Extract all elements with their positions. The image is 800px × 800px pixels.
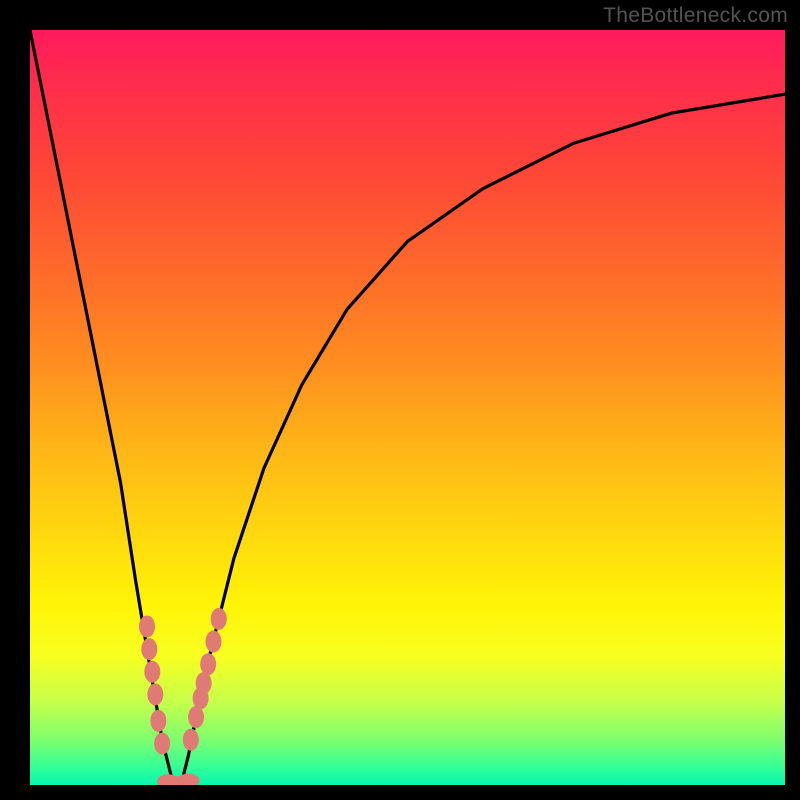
data-marker bbox=[150, 710, 166, 732]
data-marker bbox=[147, 683, 163, 705]
watermark-text: TheBottleneck.com bbox=[603, 4, 788, 28]
v-curve bbox=[30, 30, 785, 785]
data-marker bbox=[196, 672, 212, 694]
data-marker bbox=[211, 608, 227, 630]
data-marker bbox=[144, 661, 160, 683]
data-marker bbox=[188, 706, 204, 728]
plot-area bbox=[30, 30, 785, 785]
data-marker bbox=[200, 653, 216, 675]
data-marker bbox=[178, 773, 200, 785]
bottleneck-curve bbox=[30, 30, 785, 785]
data-marker bbox=[154, 732, 170, 754]
chart-frame: TheBottleneck.com bbox=[0, 0, 800, 800]
data-marker bbox=[139, 615, 155, 637]
data-marker bbox=[183, 729, 199, 751]
data-marker bbox=[205, 631, 221, 653]
data-marker bbox=[141, 638, 157, 660]
